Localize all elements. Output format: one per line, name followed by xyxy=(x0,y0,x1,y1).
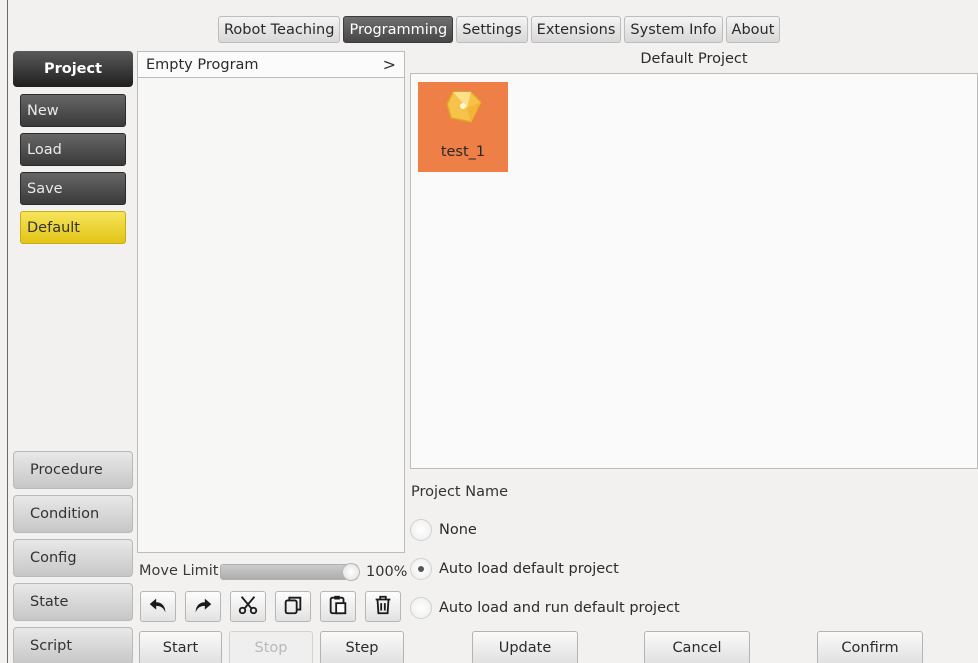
tab-system-info[interactable]: System Info xyxy=(624,16,723,43)
new-project-button[interactable]: New xyxy=(20,94,126,127)
radio-button-selected[interactable] xyxy=(410,558,432,580)
sidebar-script-button[interactable]: Script xyxy=(13,627,133,663)
radio-dot xyxy=(418,566,424,572)
paste-button[interactable] xyxy=(320,591,356,622)
default-project-title: Default Project xyxy=(640,51,748,67)
move-limit-value: 100% xyxy=(366,564,408,580)
redo-button[interactable] xyxy=(185,591,221,622)
tab-about[interactable]: About xyxy=(725,16,781,43)
program-name: Empty Program xyxy=(146,56,259,73)
move-limit-label: Move Limit xyxy=(139,563,219,579)
program-tree-header[interactable]: Empty Program > xyxy=(138,52,404,78)
option-label: Auto load default project xyxy=(439,561,619,577)
program-tree-panel[interactable]: Empty Program > xyxy=(137,51,405,553)
delete-icon xyxy=(372,594,394,620)
project-list-area[interactable]: test_1 xyxy=(410,73,978,469)
load-project-button[interactable]: Load xyxy=(20,133,126,166)
confirm-button[interactable]: Confirm xyxy=(817,631,923,663)
stop-button[interactable]: Stop xyxy=(229,631,313,663)
slider-handle[interactable] xyxy=(342,563,360,581)
delete-button[interactable] xyxy=(365,591,401,622)
option-label: Auto load and run default project xyxy=(439,600,680,616)
step-button[interactable]: Step xyxy=(320,631,404,663)
sidebar-condition-button[interactable]: Condition xyxy=(13,495,133,533)
top-navigation: Robot Teaching Programming Settings Exte… xyxy=(218,16,781,43)
edit-toolbar xyxy=(140,591,401,622)
project-file-icon xyxy=(441,82,485,132)
tab-settings[interactable]: Settings xyxy=(456,16,528,43)
copy-icon xyxy=(282,594,304,620)
update-button[interactable]: Update xyxy=(472,631,578,663)
copy-button[interactable] xyxy=(275,591,311,622)
paste-icon xyxy=(327,594,349,620)
option-auto-load-run[interactable]: Auto load and run default project xyxy=(410,597,680,619)
tab-robot-teaching[interactable]: Robot Teaching xyxy=(218,16,341,43)
radio-button[interactable] xyxy=(410,519,432,541)
sidebar-project-button[interactable]: Project xyxy=(13,51,133,87)
option-none[interactable]: None xyxy=(410,519,477,541)
sidebar-procedure-button[interactable]: Procedure xyxy=(13,451,133,489)
move-limit-slider[interactable] xyxy=(220,563,360,581)
chevron-right-icon[interactable]: > xyxy=(383,55,396,74)
tab-extensions[interactable]: Extensions xyxy=(530,16,622,43)
cut-button[interactable] xyxy=(230,591,266,622)
default-project-button[interactable]: Default xyxy=(20,211,126,244)
option-label: None xyxy=(439,522,477,538)
cancel-button[interactable]: Cancel xyxy=(644,631,750,663)
move-limit-fill xyxy=(221,565,357,579)
option-auto-load[interactable]: Auto load default project xyxy=(410,558,619,580)
project-tile[interactable]: test_1 xyxy=(418,82,508,172)
start-button[interactable]: Start xyxy=(139,631,222,663)
redo-icon xyxy=(192,594,214,620)
sidebar-config-button[interactable]: Config xyxy=(13,539,133,577)
undo-button[interactable] xyxy=(140,591,176,622)
project-name-label: Project Name xyxy=(411,484,508,500)
undo-icon xyxy=(147,594,169,620)
sidebar-state-button[interactable]: State xyxy=(13,583,133,621)
save-project-button[interactable]: Save xyxy=(20,172,126,205)
tab-programming[interactable]: Programming xyxy=(343,16,454,43)
window-border xyxy=(7,0,8,663)
cut-icon xyxy=(237,594,259,620)
project-name: test_1 xyxy=(440,144,486,160)
radio-button[interactable] xyxy=(410,597,432,619)
